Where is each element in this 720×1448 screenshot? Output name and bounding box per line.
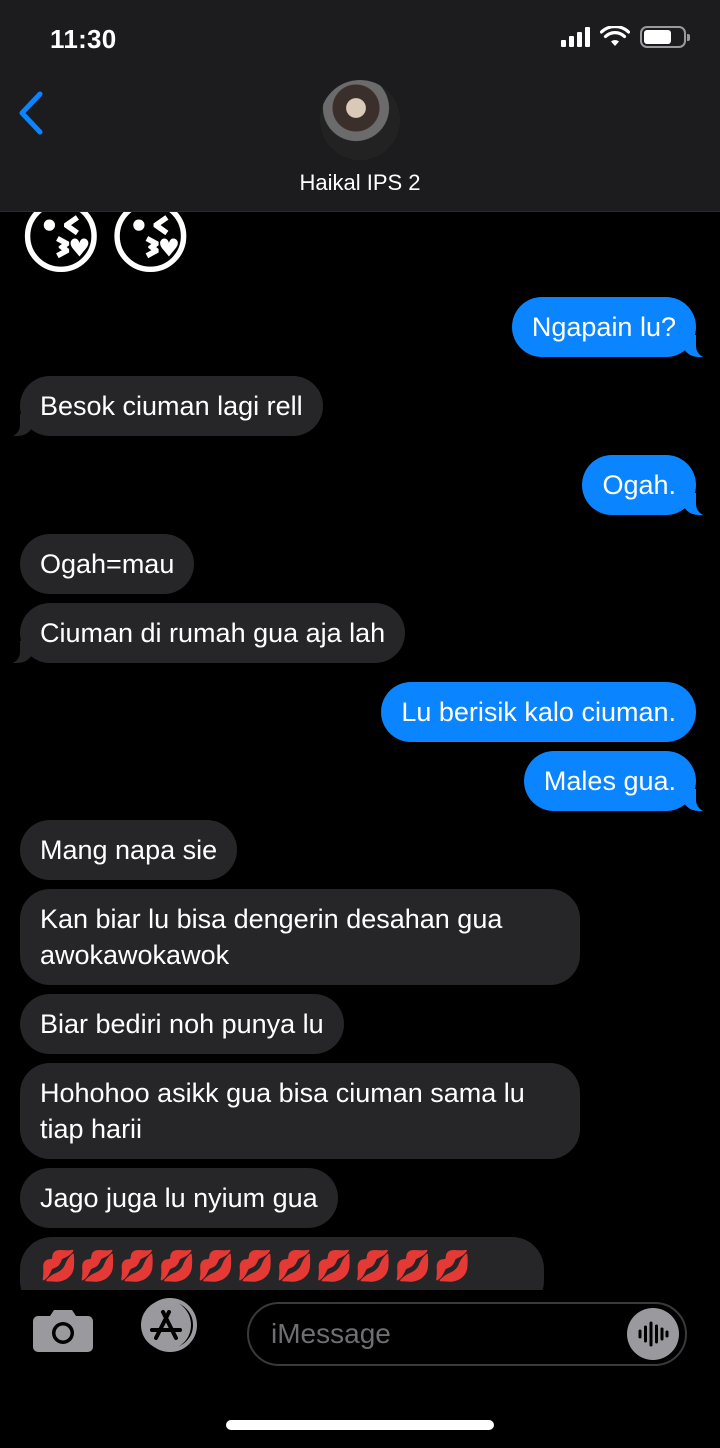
app-store-icon xyxy=(141,1298,197,1352)
message-bubble-outgoing[interactable]: Ngapain lu? xyxy=(511,297,719,358)
message-bubble-incoming[interactable]: Mang napa sie xyxy=(20,820,238,880)
message-text: Males gua. xyxy=(543,766,676,796)
message-text: Ciuman di rumah gua aja lah xyxy=(40,618,386,648)
message-bubble-incoming[interactable]: Besok ciuman lagi rell xyxy=(0,376,323,437)
message-text: Ngapain lu? xyxy=(531,312,676,342)
message-text: Ogah. xyxy=(602,470,676,500)
status-time: 11:30 xyxy=(50,24,117,54)
input-bar xyxy=(0,1290,720,1448)
message-text: Besok ciuman lagi rell xyxy=(40,391,303,421)
back-button[interactable] xyxy=(14,88,50,138)
camera-button[interactable] xyxy=(32,1308,94,1352)
message-input[interactable] xyxy=(271,1304,611,1364)
home-indicator[interactable] xyxy=(226,1420,494,1430)
message-text: Kan biar lu bisa dengerin desahan gua aw… xyxy=(40,904,510,970)
message-bubble-incoming[interactable]: Biar bediri noh punya lu xyxy=(20,994,344,1054)
battery-icon xyxy=(640,26,690,48)
message-bubble-outgoing[interactable]: Males gua. xyxy=(523,751,719,812)
message-text: Lu berisik kalo ciuman. xyxy=(401,697,676,727)
contact-name[interactable]: Haikal IPS 2 xyxy=(0,170,720,196)
message-bubble-incoming[interactable]: Ciuman di rumah gua aja lah xyxy=(0,603,406,664)
message-text: Biar bediri noh punya lu xyxy=(40,1009,324,1039)
message-bubble-incoming[interactable]: Kan biar lu bisa dengerin desahan gua aw… xyxy=(20,889,580,985)
audio-waveform-icon xyxy=(638,1321,669,1347)
conversation-header: 11:30 Haikal IPS 2 xyxy=(0,0,720,212)
message-text: Ogah=mau xyxy=(40,549,175,579)
message-text: 💋💋💋💋💋💋💋💋💋💋💋 xyxy=(40,1250,473,1283)
camera-icon xyxy=(33,1310,93,1352)
status-icons xyxy=(561,26,690,48)
message-text: Hohohoo asikk gua bisa ciuman sama lu ti… xyxy=(40,1078,533,1144)
message-bubble-incoming[interactable]: Ogah=mau xyxy=(20,534,195,594)
back-chevron-icon xyxy=(19,91,43,135)
contact-avatar[interactable] xyxy=(320,80,400,160)
message-text: Jago juga lu nyium gua xyxy=(40,1183,318,1213)
message-text: Mang napa sie xyxy=(40,835,218,865)
audio-message-button[interactable] xyxy=(627,1308,679,1360)
message-field[interactable] xyxy=(247,1302,687,1366)
message-bubble-incoming[interactable]: Hohohoo asikk gua bisa ciuman sama lu ti… xyxy=(20,1063,580,1159)
message-bubble-outgoing[interactable]: Lu berisik kalo ciuman. xyxy=(381,682,696,742)
message-bubble-outgoing[interactable]: Ogah. xyxy=(582,455,718,516)
message-bubble-incoming[interactable]: 💋💋💋💋💋💋💋💋💋💋💋 xyxy=(20,1237,544,1290)
wifi-icon xyxy=(600,26,630,46)
message-bubble-incoming[interactable]: Jago juga lu nyium gua xyxy=(20,1168,338,1228)
signal-icon xyxy=(561,27,590,47)
app-store-button[interactable] xyxy=(136,1298,206,1352)
